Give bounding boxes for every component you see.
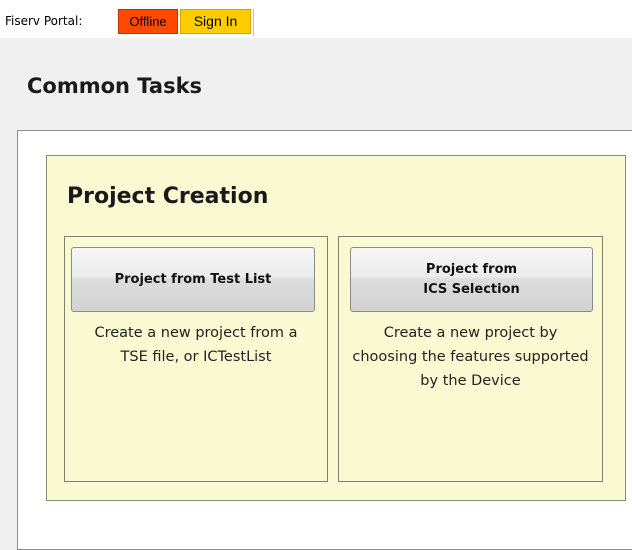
- portal-bar: Fiserv Portal: Offline Sign In: [0, 0, 632, 38]
- task-card-ics-selection: Project from ICS Selection Create a new …: [338, 236, 603, 482]
- ics-selection-label-line1: Project from: [425, 261, 518, 277]
- page-title: Common Tasks: [27, 74, 203, 98]
- project-from-ics-selection-button[interactable]: Project from ICS Selection: [350, 247, 593, 312]
- task-description-ics-selection: Create a new project by choosing the fea…: [339, 321, 602, 393]
- project-from-test-list-button[interactable]: Project from Test List: [71, 247, 315, 312]
- status-badge: Offline: [118, 9, 178, 34]
- ics-selection-button-label: Project from ICS Selection: [423, 260, 520, 300]
- portal-label: Fiserv Portal:: [5, 14, 83, 28]
- project-creation-title: Project Creation: [67, 184, 269, 209]
- project-from-test-list-label: Project from Test List: [114, 271, 272, 287]
- ics-selection-description-text: Create a new project by choosing the fea…: [352, 325, 589, 389]
- sign-in-button[interactable]: Sign In: [180, 9, 254, 36]
- task-description-test-list: Create a new project from a TSE file, or…: [65, 321, 327, 369]
- task-card-test-list: Project from Test List Create a new proj…: [64, 236, 328, 482]
- ics-selection-label-line2: ICS Selection: [423, 281, 520, 297]
- test-list-description-text: Create a new project from a TSE file, or…: [94, 325, 298, 365]
